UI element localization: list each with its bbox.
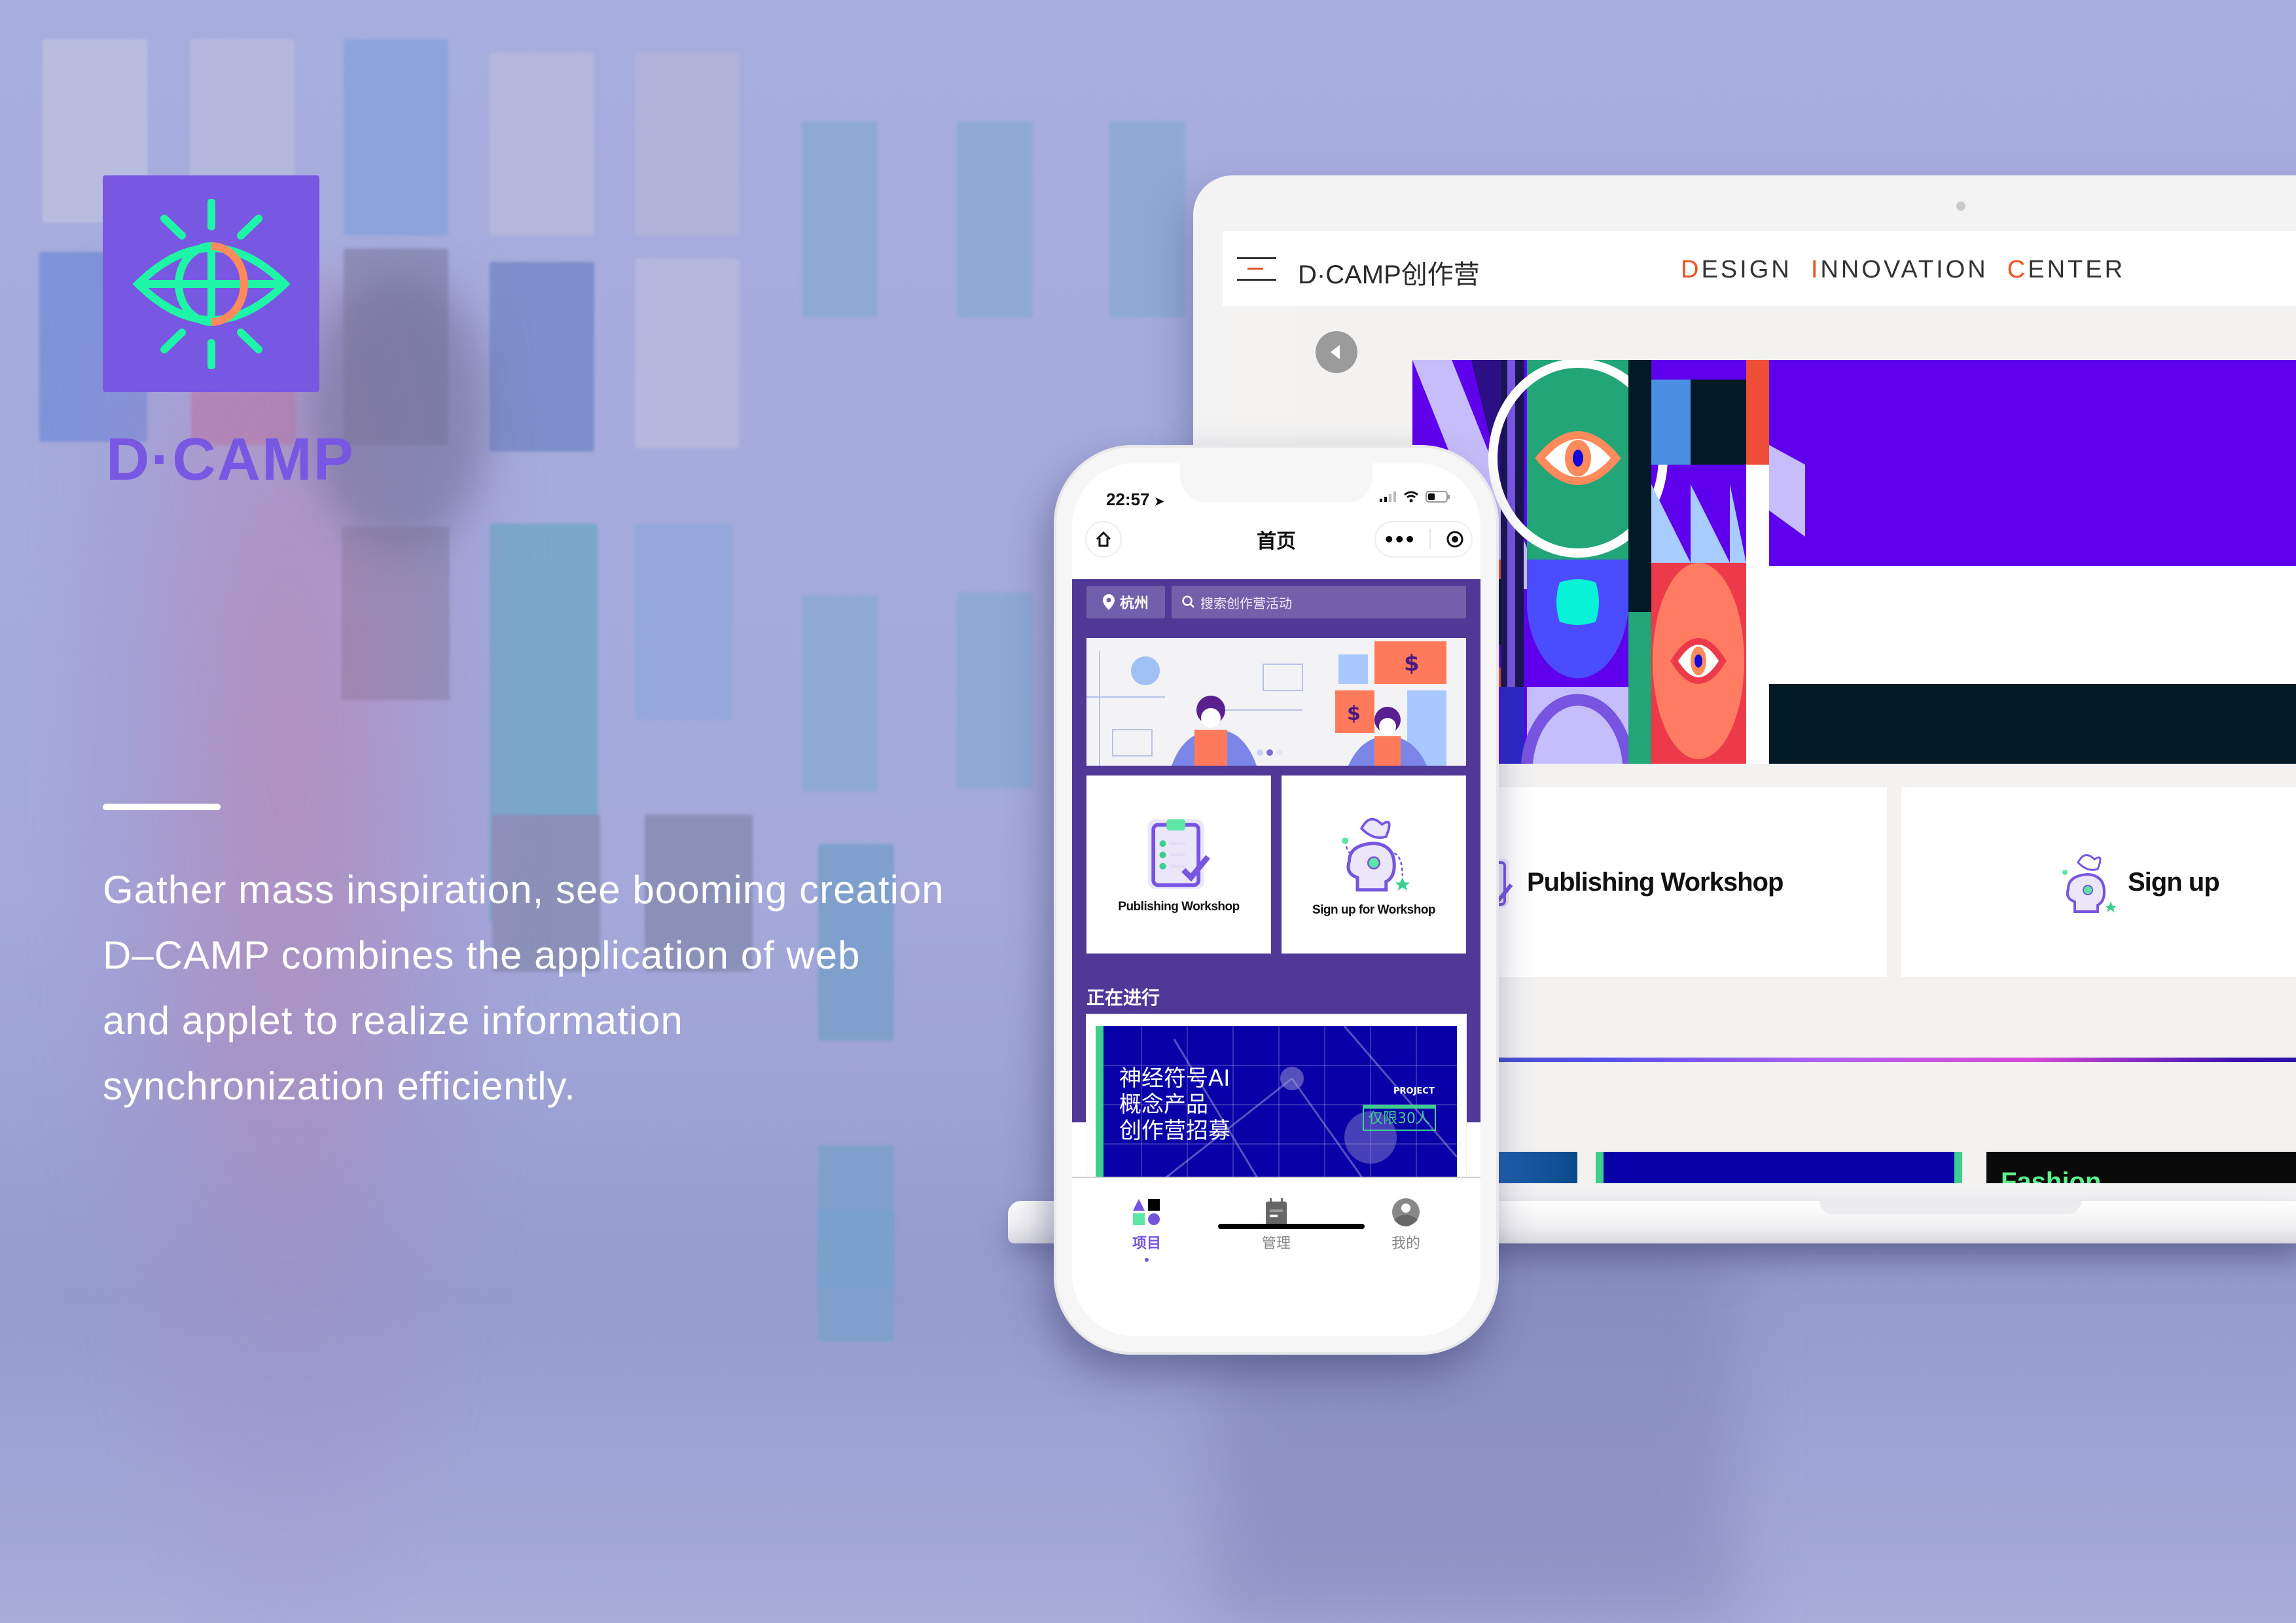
search-input[interactable]: 搜索创作营活动	[1172, 586, 1466, 618]
signal-icon	[1380, 491, 1396, 502]
project-thumbnail[interactable]: 神经符号AI	[1596, 1152, 1962, 1183]
poster-title-line: 神经符号AI	[1119, 1065, 1230, 1092]
logo	[103, 175, 319, 392]
project-badge-label: PROJECT	[1393, 1086, 1435, 1096]
tab-label: 项目	[1132, 1236, 1161, 1252]
poster-tile	[818, 1211, 894, 1286]
home-indicator	[1218, 1224, 1365, 1229]
map-pin-icon	[1102, 594, 1115, 610]
close-applet-icon[interactable]	[1446, 530, 1464, 548]
status-time: 22:57 ➤	[1106, 490, 1164, 510]
laptop-camera	[1956, 202, 1965, 211]
slogan-word: ESIGN	[1701, 256, 1792, 283]
sign-up-card[interactable]: Sign up	[1901, 787, 2296, 977]
applet-nav-bar: 首页 •••	[1072, 516, 1480, 575]
slogan-initial: I	[1810, 256, 1821, 283]
slogan-initial: C	[2007, 256, 2028, 283]
eye-globe-icon	[132, 198, 291, 369]
tagline-line: D–CAMP combines the application of web	[103, 933, 861, 977]
tab-label: 我的	[1391, 1236, 1420, 1252]
head-lightbulb-icon	[2062, 854, 2117, 913]
poster-tile	[802, 596, 878, 792]
user-icon	[1392, 1198, 1420, 1226]
tab-bar: 项目 管理 我的	[1072, 1177, 1480, 1336]
office-illustration: $ $	[1086, 638, 1466, 766]
capacity-badge: 仅限30人	[1363, 1105, 1436, 1131]
poster-tile	[957, 592, 1033, 789]
tagline-line: Gather mass inspiration, see booming cre…	[103, 868, 944, 912]
blurred-person-head	[308, 275, 491, 550]
applet-capsule: •••	[1374, 521, 1473, 558]
poster-tile	[957, 121, 1033, 317]
battery-icon	[1426, 491, 1450, 503]
card-label: Sign up	[2128, 867, 2220, 897]
shapes-icon	[1133, 1199, 1160, 1225]
poster-tile	[635, 524, 733, 720]
wifi-icon	[1404, 491, 1418, 503]
recruit-strip	[1954, 1152, 1962, 1183]
project-thumbnail[interactable]: Fashion e-comm	[1986, 1152, 2296, 1183]
phone-mockup: 22:57 ➤ 首页 ••• 杭州 搜索创作营活动 $ $ Publishing…	[1054, 445, 1499, 1355]
phone-notch	[1180, 463, 1372, 503]
laptop-hinge-notch	[1820, 1201, 2081, 1214]
tagline-line: synchronization efficiently.	[103, 1064, 576, 1108]
calendar-icon	[1266, 1198, 1287, 1225]
clipboard-check-icon	[1147, 819, 1210, 889]
location-selector[interactable]: 杭州	[1086, 586, 1165, 618]
card-label: Publishing Workshop	[1118, 899, 1240, 914]
web-brand[interactable]: D·CAMP创作营	[1298, 253, 1480, 291]
location-label: 杭州	[1119, 596, 1149, 612]
poster-tile	[344, 39, 448, 236]
more-icon[interactable]: •••	[1383, 529, 1416, 550]
web-header: D·CAMP创作营 DESIGN INNOVATION CENTER	[1223, 231, 2296, 306]
card-label: Publishing Workshop	[1527, 867, 1784, 897]
card-label: Sign up for Workshop	[1312, 902, 1436, 917]
head-lightbulb-icon	[1342, 817, 1410, 891]
chevron-left-icon[interactable]	[1316, 331, 1357, 373]
sign-up-workshop-button[interactable]: Sign up for Workshop	[1282, 776, 1466, 954]
thumb-title: Fashion	[2001, 1168, 2102, 1183]
active-dot	[1145, 1258, 1149, 1262]
poster-title-line: 创作营招募	[1119, 1118, 1230, 1144]
capsule-divider	[1429, 529, 1431, 549]
divider	[103, 804, 221, 810]
poster-tile	[635, 52, 740, 236]
hero-banner[interactable]: $ $	[1086, 638, 1466, 766]
poster-tile	[802, 121, 878, 317]
tab-profile[interactable]: 我的	[1354, 1198, 1458, 1253]
poster-tile	[490, 52, 594, 236]
location-arrow-icon: ➤	[1154, 495, 1164, 508]
tagline: Gather mass inspiration, see booming cre…	[103, 857, 1032, 1119]
svg-text:$: $	[1347, 702, 1361, 725]
tab-projects[interactable]: 项目	[1094, 1198, 1199, 1262]
poster-title: 神经符号AI 概念产品 创作营招募	[1119, 1065, 1230, 1144]
brand-name: D·CAMP	[106, 426, 355, 493]
slogan-word: NNOVATION	[1820, 256, 1988, 283]
slogan-word: ENTER	[2028, 256, 2126, 283]
geometric-hero-artwork	[1412, 360, 2296, 764]
hero-banner[interactable]	[1412, 360, 2296, 764]
hamburger-icon[interactable]	[1237, 257, 1276, 281]
tab-label: 管理	[1261, 1236, 1291, 1252]
poster-tile	[1109, 121, 1185, 317]
status-icons	[1380, 491, 1450, 503]
web-slogan: DESIGN INNOVATION CENTER	[1681, 256, 2125, 284]
publishing-workshop-button[interactable]: Publishing Workshop	[1086, 776, 1271, 954]
search-icon	[1182, 596, 1194, 608]
section-title: 正在进行	[1086, 987, 1160, 1008]
search-placeholder: 搜索创作营活动	[1200, 595, 1292, 611]
slogan-initial: D	[1681, 256, 1702, 283]
tagline-line: and applet to realize information	[103, 999, 683, 1043]
poster-tile	[635, 259, 740, 448]
recruit-strip	[1596, 1152, 1604, 1183]
applet-screen: 22:57 ➤ 首页 ••• 杭州 搜索创作营活动 $ $ Publishing…	[1072, 463, 1480, 1336]
status-time-text: 22:57	[1106, 490, 1150, 509]
svg-text:$: $	[1404, 651, 1420, 677]
poster-title-line: 概念产品	[1119, 1092, 1208, 1118]
